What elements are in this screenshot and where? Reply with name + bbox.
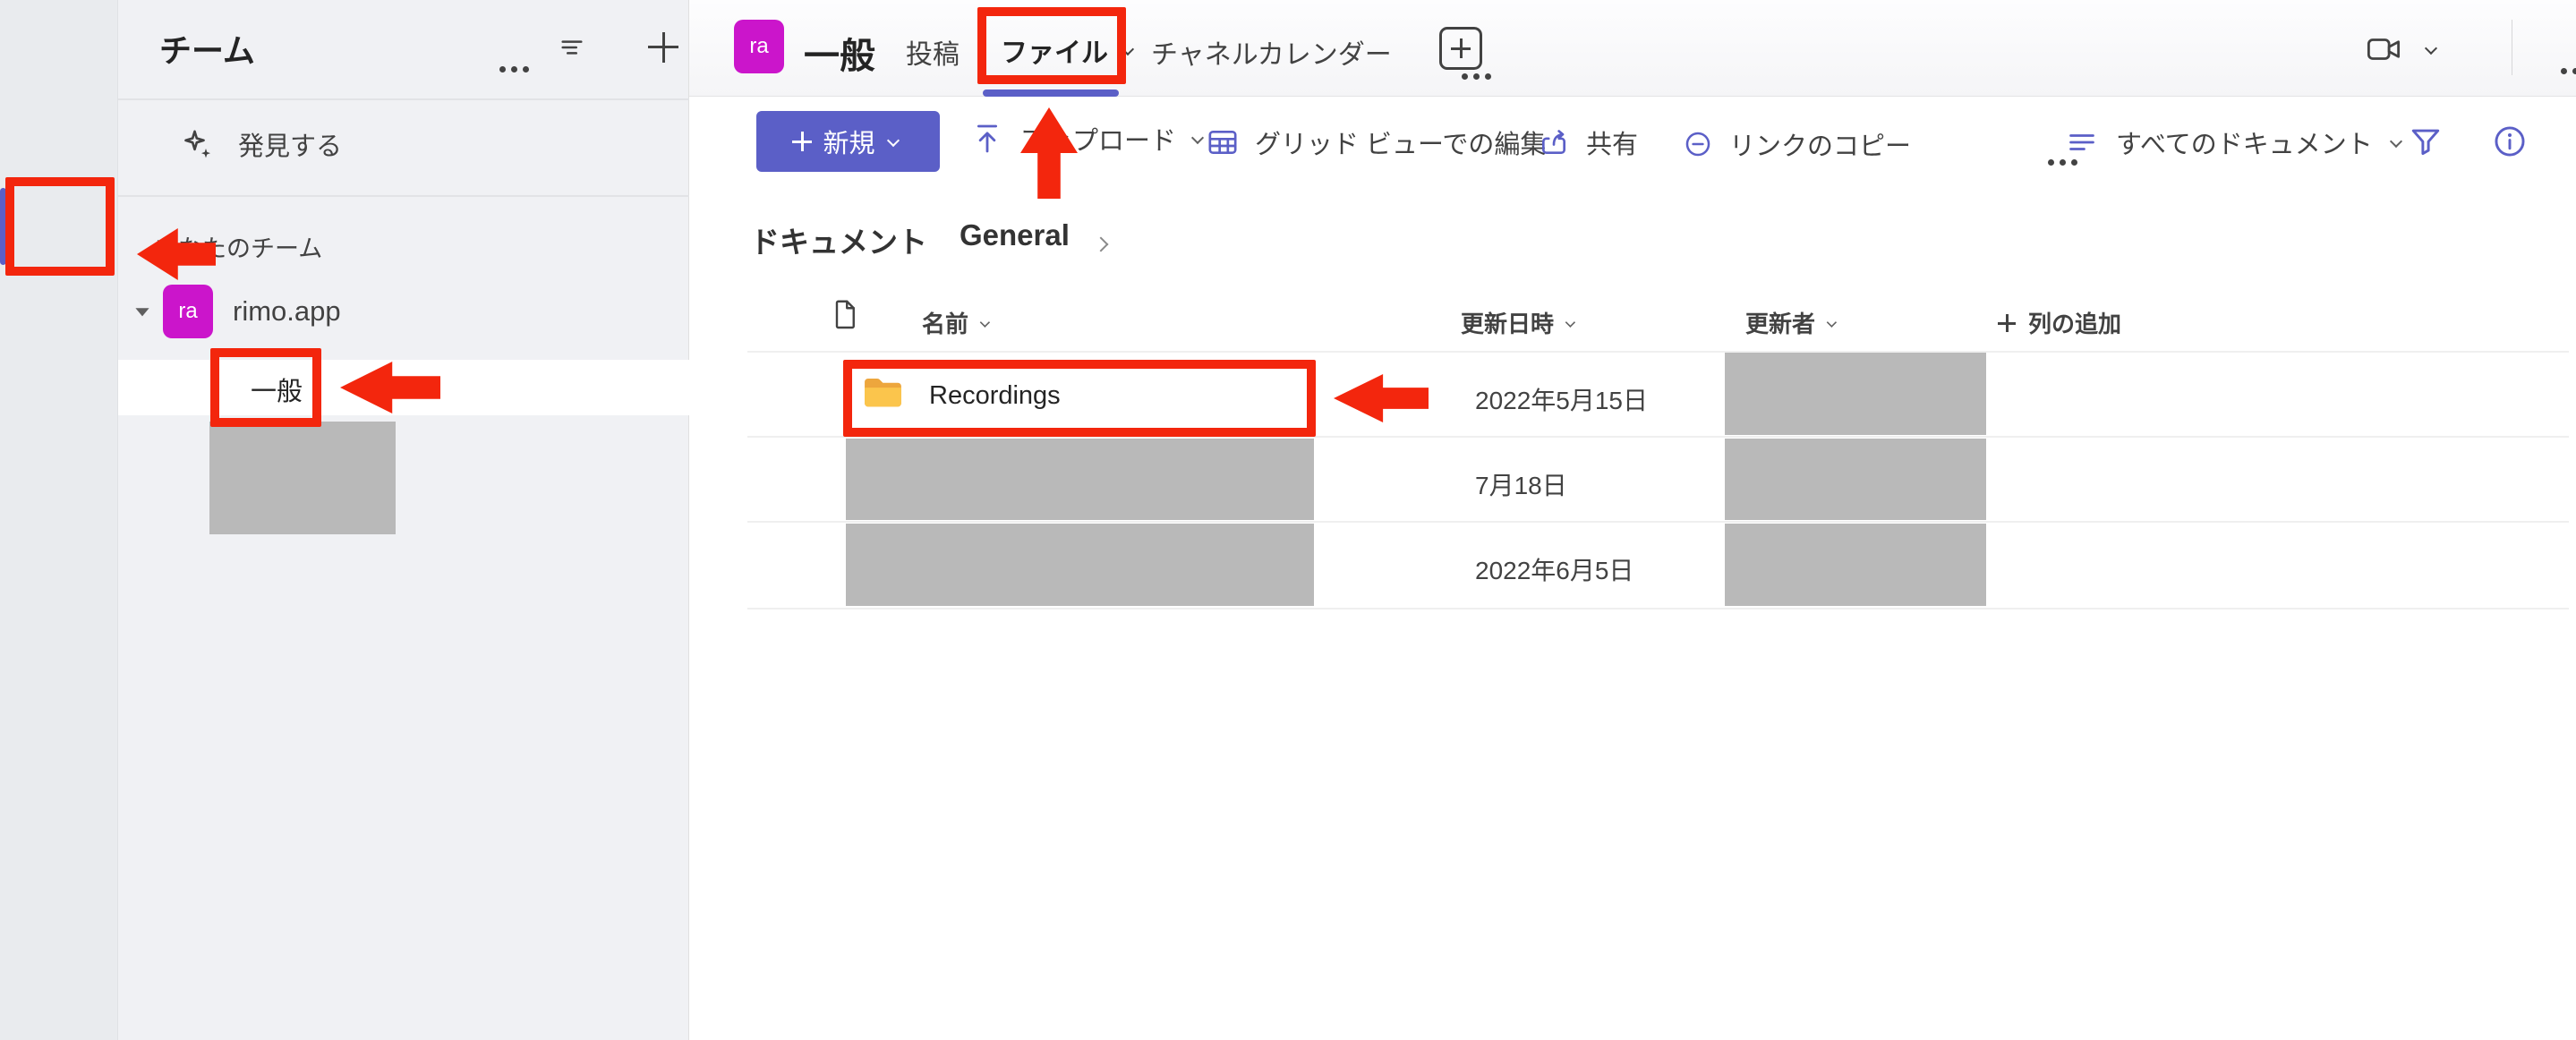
chevron-down-icon xyxy=(886,132,904,150)
view-selector[interactable]: すべてのドキュメント xyxy=(2064,124,2407,161)
upload-icon xyxy=(968,120,1006,158)
column-modified-by-label: 更新者 xyxy=(1745,306,1815,339)
plus-icon xyxy=(1998,314,2016,332)
list-lines-icon xyxy=(2064,124,2100,160)
filter-funnel-icon[interactable] xyxy=(2406,122,2445,161)
add-column-button[interactable]: 列の追加 xyxy=(1998,306,2121,339)
redacted-file-name xyxy=(846,439,1314,520)
breadcrumb-root[interactable]: ドキュメント xyxy=(750,218,927,261)
document-type-column-icon[interactable] xyxy=(829,295,861,333)
row-separator xyxy=(747,351,2569,353)
view-selector-label: すべてのドキュメント xyxy=(2116,124,2373,161)
annotation-box-recordings xyxy=(843,360,1316,437)
team-avatar: ra xyxy=(163,285,213,338)
chevron-down-icon xyxy=(979,316,994,330)
share-button[interactable]: 共有 xyxy=(1536,124,1638,161)
channel-avatar-initials: ra xyxy=(749,34,768,59)
annotation-box-general-channel xyxy=(210,348,321,427)
redacted-file-name xyxy=(846,524,1314,606)
camera-icon xyxy=(2361,30,2406,68)
sidebar-title: チーム xyxy=(159,25,255,72)
file-modified-date: 2022年5月15日 xyxy=(1475,381,1648,417)
breadcrumb-chevron-icon xyxy=(1094,233,1110,256)
sidebar-more-icon[interactable] xyxy=(499,66,530,73)
sidebar-team-rimo[interactable]: ra rimo.app xyxy=(131,285,341,338)
tab-overflow-icon[interactable] xyxy=(1462,73,1492,81)
upload-button[interactable]: アップロード xyxy=(968,120,1208,158)
sidebar-divider xyxy=(118,98,689,100)
active-tab-underline xyxy=(983,90,1119,97)
annotation-box-teams-rail xyxy=(5,177,115,276)
copy-link-label: リンクのコピー xyxy=(1729,125,1911,163)
add-column-label: 列の追加 xyxy=(2028,306,2121,339)
column-modified-label: 更新日時 xyxy=(1461,306,1554,339)
tab-posts[interactable]: 投稿 xyxy=(906,32,960,72)
breadcrumb-current[interactable]: General xyxy=(960,218,1070,252)
redacted-modified-by xyxy=(1725,524,1986,606)
info-icon[interactable] xyxy=(2490,122,2529,161)
chevron-down-icon xyxy=(1826,316,1840,330)
channel-header xyxy=(689,0,2576,97)
meet-button[interactable] xyxy=(2361,30,2442,68)
grid-view-edit-label: グリッド ビューでの編集 xyxy=(1255,124,1546,161)
meet-chevron-icon xyxy=(2424,40,2442,58)
channel-avatar: ra xyxy=(734,20,784,73)
column-name-label: 名前 xyxy=(922,306,968,339)
add-tab-button[interactable] xyxy=(1439,27,1482,70)
chevron-down-icon xyxy=(1565,316,1579,330)
channel-title: 一般 xyxy=(804,27,875,79)
sidebar-filter-icon[interactable] xyxy=(555,30,589,64)
annotation-box-files-tab xyxy=(977,7,1126,84)
chevron-expanded-icon[interactable] xyxy=(131,300,154,323)
app-rail xyxy=(0,0,118,1040)
teams-app-window: アクティビ... チャット チーム カレンダー 通話 OneDrive B Bo… xyxy=(0,0,2576,1040)
header-more-icon[interactable] xyxy=(2561,68,2576,75)
discover-label: 発見する xyxy=(238,125,342,163)
chevron-down-icon xyxy=(2389,133,2407,151)
link-icon xyxy=(1681,127,1715,161)
new-button-label: 新規 xyxy=(823,123,874,160)
file-modified-date: 7月18日 xyxy=(1475,466,1567,502)
sidebar-add-team-icon[interactable] xyxy=(648,32,678,63)
plus-icon xyxy=(792,132,812,151)
plus-icon xyxy=(1451,38,1471,58)
sidebar-divider-2 xyxy=(118,195,689,197)
tab-channel-calendar[interactable]: チャネルカレンダー xyxy=(1151,32,1392,72)
column-header-modified[interactable]: 更新日時 xyxy=(1461,306,1581,339)
copy-link-button[interactable]: リンクのコピー xyxy=(1681,125,1911,163)
redacted-modified-by xyxy=(1725,439,1986,520)
column-header-modified-by[interactable]: 更新者 xyxy=(1745,306,1842,339)
team-avatar-initials: ra xyxy=(178,299,197,324)
new-button[interactable]: 新規 xyxy=(756,111,940,172)
grid-view-edit-button[interactable]: グリッド ビューでの編集 xyxy=(1205,124,1546,161)
file-modified-date: 2022年6月5日 xyxy=(1475,551,1633,587)
share-label: 共有 xyxy=(1586,124,1638,161)
grid-icon xyxy=(1205,124,1241,160)
sparkle-icon xyxy=(179,126,215,162)
column-header-name[interactable]: 名前 xyxy=(922,306,995,339)
team-name-label: rimo.app xyxy=(233,295,341,328)
redacted-channel-block xyxy=(209,422,396,534)
share-icon xyxy=(1536,124,1572,160)
sidebar-item-discover[interactable]: 発見する xyxy=(179,125,342,163)
row-separator xyxy=(747,521,2569,523)
row-separator xyxy=(747,608,2569,610)
redacted-modified-by xyxy=(1725,353,1986,435)
